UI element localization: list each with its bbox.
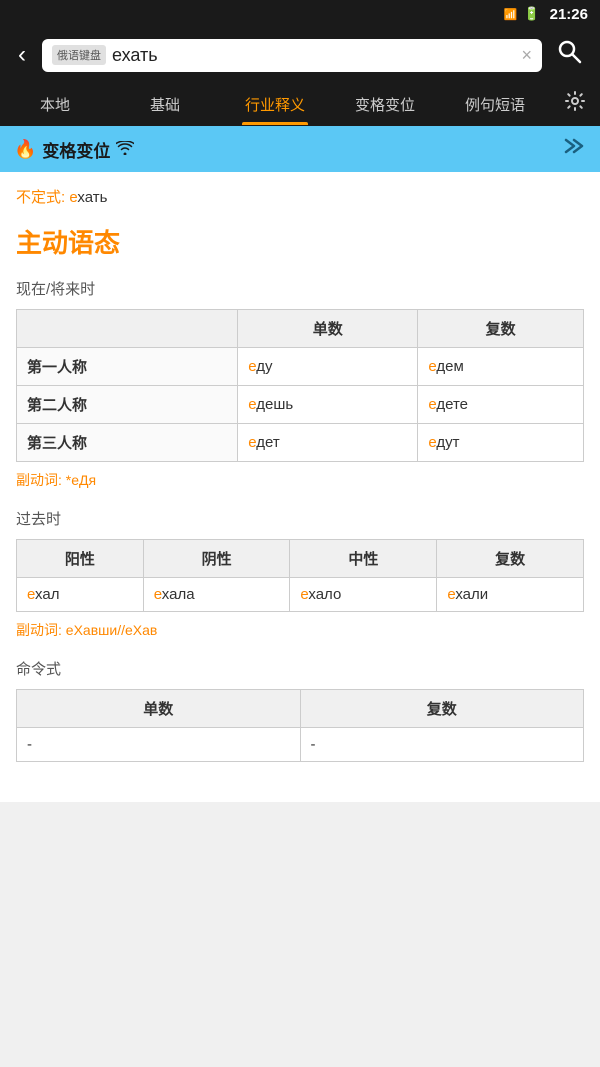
signal-icon: 📶 bbox=[504, 8, 518, 21]
time-display: 21:26 bbox=[550, 6, 588, 23]
main-content: 不定式: ехать 主动语态 现在/将来时 单数 复数 第一人称 еду ед… bbox=[0, 172, 600, 802]
present-participle-note: 副动词: *еДя bbox=[16, 470, 584, 490]
imp-plural: - bbox=[300, 728, 584, 762]
section-header: 🔥 变格变位 bbox=[0, 126, 600, 172]
present-tense-label: 现在/将来时 bbox=[16, 278, 584, 299]
past-fem: ехала bbox=[143, 578, 290, 612]
col-header-singular: 单数 bbox=[238, 310, 418, 348]
first-singular: еду bbox=[238, 348, 418, 386]
section-header-title: 🔥 变格变位 bbox=[14, 137, 562, 162]
table-row: 第二人称 едешь едете bbox=[17, 386, 584, 424]
present-tense-table: 单数 复数 第一人称 еду едем 第二人称 едешь едете 第三人… bbox=[16, 309, 584, 462]
keyboard-tag: 俄语键盘 bbox=[52, 45, 106, 65]
third-singular: едет bbox=[238, 424, 418, 462]
search-bar: ‹ 俄语键盘 ехать × bbox=[0, 28, 600, 82]
person-second: 第二人称 bbox=[17, 386, 238, 424]
voice-title: 主动语态 bbox=[16, 223, 584, 260]
first-plural: едем bbox=[418, 348, 584, 386]
infinitive-rest: хать bbox=[77, 189, 107, 206]
tab-conjugation[interactable]: 变格变位 bbox=[330, 84, 440, 125]
table-row: 第一人称 еду едем bbox=[17, 348, 584, 386]
past-plur: ехали bbox=[437, 578, 584, 612]
col-neut: 中性 bbox=[290, 540, 437, 578]
col-masc: 阳性 bbox=[17, 540, 144, 578]
wifi-icon bbox=[116, 141, 134, 158]
back-button[interactable]: ‹ bbox=[10, 37, 34, 73]
imp-col-plural: 复数 bbox=[300, 690, 584, 728]
search-button[interactable] bbox=[550, 34, 590, 77]
expand-button[interactable] bbox=[562, 136, 586, 162]
content-area: 🔥 变格变位 不定式: ехать bbox=[0, 126, 600, 802]
tab-local[interactable]: 本地 bbox=[0, 84, 110, 125]
col-header-plural: 复数 bbox=[418, 310, 584, 348]
past-tense-table: 阳性 阴性 中性 复数 ехал ехала ехало ехали bbox=[16, 539, 584, 612]
clear-button[interactable]: × bbox=[521, 45, 532, 66]
table-row: ехал ехала ехало ехали bbox=[17, 578, 584, 612]
tab-industry[interactable]: 行业释义 bbox=[220, 84, 330, 125]
third-plural: едут bbox=[418, 424, 584, 462]
past-neut: ехало bbox=[290, 578, 437, 612]
col-plur: 复数 bbox=[437, 540, 584, 578]
second-plural: едете bbox=[418, 386, 584, 424]
imp-col-singular: 单数 bbox=[17, 690, 301, 728]
infinitive-line: 不定式: ехать bbox=[16, 186, 584, 207]
imperative-label: 命令式 bbox=[16, 658, 584, 679]
second-singular: едешь bbox=[238, 386, 418, 424]
col-fem: 阴性 bbox=[143, 540, 290, 578]
person-first: 第一人称 bbox=[17, 348, 238, 386]
person-third: 第三人称 bbox=[17, 424, 238, 462]
search-value: ехать bbox=[112, 45, 515, 66]
tab-examples[interactable]: 例句短语 bbox=[440, 84, 550, 125]
section-title-text: 变格变位 bbox=[42, 137, 110, 162]
infinitive-label: 不定式: bbox=[16, 189, 65, 206]
past-masc: ехал bbox=[17, 578, 144, 612]
table-row: - - bbox=[17, 728, 584, 762]
past-tense-label: 过去时 bbox=[16, 508, 584, 529]
search-input-wrap[interactable]: 俄语键盘 ехать × bbox=[42, 39, 542, 72]
settings-button[interactable] bbox=[550, 80, 600, 128]
col-header-empty bbox=[17, 310, 238, 348]
fire-icon: 🔥 bbox=[14, 139, 36, 160]
imperative-table: 单数 复数 - - bbox=[16, 689, 584, 762]
past-participle-note: 副动词: еХавши//еХав bbox=[16, 620, 584, 640]
tab-basic[interactable]: 基础 bbox=[110, 84, 220, 125]
battery-icon: 🔋 bbox=[523, 6, 539, 22]
nav-tabs: 本地 基础 行业释义 变格变位 例句短语 bbox=[0, 82, 600, 126]
table-row: 第三人称 едет едут bbox=[17, 424, 584, 462]
status-bar: 📶 🔋 21:26 bbox=[0, 0, 600, 28]
imp-singular: - bbox=[17, 728, 301, 762]
